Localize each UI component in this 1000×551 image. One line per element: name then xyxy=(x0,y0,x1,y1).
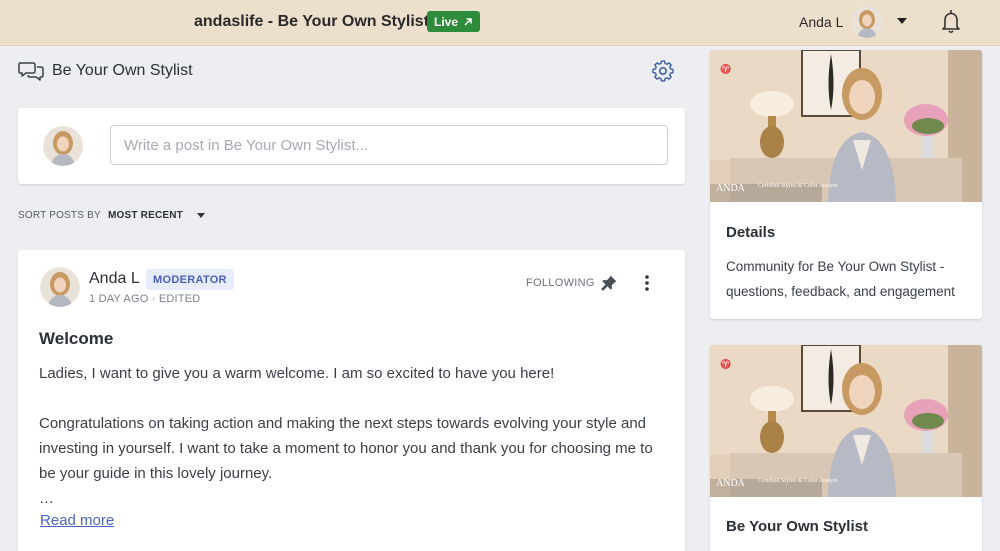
card-description: Community for Be Your Own Stylist - ques… xyxy=(726,259,955,299)
gear-icon[interactable] xyxy=(652,60,674,82)
card-title[interactable]: Be Your Own Stylist xyxy=(726,518,868,535)
account-dropdown-caret[interactable] xyxy=(897,18,907,24)
pin-icon[interactable] xyxy=(600,274,618,292)
post-input[interactable] xyxy=(110,125,668,165)
avatar-image xyxy=(851,6,883,38)
post-author[interactable]: Anda L xyxy=(89,270,140,288)
cover-caption: ANDA xyxy=(716,183,746,194)
post-body: Ladies, I want to give you a warm welcom… xyxy=(39,361,659,511)
composer-avatar xyxy=(43,126,83,166)
bell-icon[interactable] xyxy=(939,9,963,35)
course-card[interactable]: ANDA Certified Stylist & Color Analyst ♈… xyxy=(710,345,982,551)
site-title[interactable]: andaslife - Be Your Own Stylist xyxy=(194,13,429,31)
details-card: ANDA Certified Stylist & Color Analyst ♈… xyxy=(710,50,982,319)
following-button[interactable]: FOLLOWING xyxy=(526,277,595,289)
cover-image: ANDA Certified Stylist & Color Analyst ♈ xyxy=(710,345,982,497)
cover-subcaption: Certified Stylist & Color Analyst xyxy=(758,477,838,484)
post-meta: 1 DAY AGO · EDITED xyxy=(89,293,201,305)
post-card: Anda L MODERATOR 1 DAY AGO · EDITED FOLL… xyxy=(18,250,685,551)
live-label: Live xyxy=(434,14,459,29)
user-name[interactable]: Anda L xyxy=(799,14,843,30)
chat-bubbles-icon xyxy=(18,62,44,81)
post-composer xyxy=(18,108,685,184)
post-paragraph: Ladies, I want to give you a warm welcom… xyxy=(39,365,555,382)
read-more-link[interactable]: Read more xyxy=(40,512,114,529)
avatar-image xyxy=(40,267,80,307)
logo-mark: ♈ xyxy=(720,63,731,74)
author-avatar[interactable] xyxy=(40,267,80,307)
chevron-down-icon[interactable] xyxy=(197,213,205,218)
sort-label: SORT POSTS BY xyxy=(18,210,101,221)
avatar-image xyxy=(43,126,83,166)
kebab-menu-icon[interactable] xyxy=(642,274,652,292)
moderator-badge: MODERATOR xyxy=(146,269,234,290)
cover-image: ANDA Certified Stylist & Color Analyst ♈ xyxy=(710,50,982,202)
community-title: Be Your Own Stylist xyxy=(52,62,193,79)
user-avatar[interactable] xyxy=(851,6,883,38)
external-arrow-icon xyxy=(464,17,472,26)
live-button[interactable]: Live xyxy=(427,11,481,32)
cover-subcaption: Certified Stylist & Color Analyst xyxy=(758,182,838,189)
top-bar: andaslife - Be Your Own Stylist Live And… xyxy=(0,0,1000,46)
post-ellipsis: … xyxy=(39,490,54,507)
logo-mark: ♈ xyxy=(720,358,731,369)
sort-dropdown[interactable]: MOST RECENT xyxy=(108,210,183,221)
post-paragraph: Congratulations on taking action and mak… xyxy=(39,415,653,482)
post-title: Welcome xyxy=(39,329,114,348)
cover-caption: ANDA xyxy=(716,478,746,489)
card-title: Details xyxy=(726,224,776,241)
